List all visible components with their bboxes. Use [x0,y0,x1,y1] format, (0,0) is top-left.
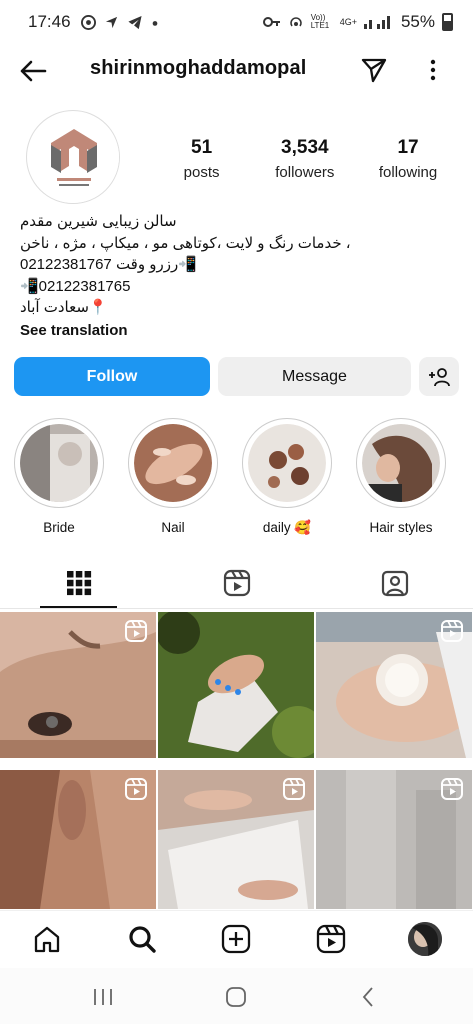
post-tile[interactable] [0,770,156,916]
stat-label: posts [183,164,220,181]
profile-tabs [0,556,473,609]
stat-value: 17 [397,137,419,158]
back-arrow-icon[interactable] [18,56,48,86]
bio-line-phone[interactable]: 📲02122381765 [20,276,460,298]
tab-tagged[interactable] [316,556,473,609]
stat-value: 3,534 [281,137,329,158]
story-highlights: Bride Nail daily 🥰 Hair styles [0,418,473,538]
highlight-label: daily 🥰 [262,520,312,535]
telegram-icon [127,15,142,29]
bottom-nav [0,910,473,968]
status-time: 17:46 [28,12,71,31]
profile-actions: Follow Message [14,357,459,396]
highlight-cover-image [362,424,440,502]
highlight-nail[interactable]: Nail [127,418,219,535]
battery-icon [442,13,453,31]
notification-icons [80,14,159,30]
tab-reels[interactable] [158,556,315,609]
chrome-icon [80,14,96,30]
own-profile-avatar[interactable] [408,922,442,956]
stat-label: followers [275,164,335,181]
stat-posts[interactable]: 51 posts [150,137,253,181]
battery-percent: 55% [400,12,435,31]
post-tile[interactable] [316,770,472,916]
highlight-cover-image [248,424,326,502]
own-avatar-image [408,922,442,956]
stat-value: 51 [191,137,213,158]
post-tile[interactable] [158,612,314,758]
stat-followers[interactable]: 3,534 followers [253,137,356,181]
system-nav-bar [0,968,473,1024]
recent-apps-icon[interactable] [89,983,117,1011]
message-button[interactable]: Message [218,357,411,396]
create-post-icon[interactable] [221,924,251,954]
highlight-ring [14,418,104,508]
reels-icon [223,569,250,596]
bio-line-location: 📍سعادت آباد [20,299,108,316]
bio-line-phone[interactable]: 02122381767 رزرو وقت📲 [20,254,460,276]
see-translation-link[interactable]: See translation [20,320,460,342]
post-tile[interactable] [0,612,156,758]
add-user-icon [429,367,450,386]
highlight-label: Nail [161,520,185,535]
reel-badge-icon [441,620,463,642]
network-gen: 4G+ [339,17,357,27]
post-thumbnail [158,612,314,758]
dot-icon [152,20,157,26]
stat-label: following [378,164,438,181]
tagged-icon [381,570,408,596]
send-icon[interactable] [360,56,388,84]
bio-line: ، خدمات رنگ و لایت ،کوتاهی مو ، میکاپ ، … [20,234,351,252]
profile-bio: سالن زیبایی شیرین مقدم ، خدمات رنگ و لای… [20,211,460,341]
network-label: Vo)) LTE1 [310,13,330,30]
stat-following[interactable]: 17 following [356,137,459,181]
back-button-icon[interactable] [355,983,383,1011]
profile-avatar[interactable] [26,110,120,204]
highlight-bride[interactable]: Bride [13,418,105,535]
signal-icon [363,16,390,29]
status-right: Vo)) LTE1 4G+ 55% [262,12,453,32]
key-icon [262,17,280,27]
more-icon[interactable] [424,56,442,84]
reels-icon[interactable] [316,924,346,954]
post-tile[interactable] [158,770,314,916]
post-tile[interactable] [316,612,472,758]
home-button-icon[interactable] [222,983,250,1011]
highlight-label: Bride [43,520,75,535]
highlight-cover-image [134,424,212,502]
bio-line: سالن زیبایی شیرین مقدم [20,213,177,230]
reel-badge-icon [441,778,463,800]
active-tab-indicator [40,606,117,608]
salon-logo [28,112,119,203]
status-bar: 17:46 Vo)) LTE1 4G+ 55% [0,0,473,44]
search-icon[interactable] [127,924,157,954]
post-grid [0,612,473,909]
suggested-users-button[interactable] [419,357,459,396]
profile-header: shirinmoghaddamopal [0,44,473,96]
reel-badge-icon [125,778,147,800]
follow-button[interactable]: Follow [14,357,210,396]
grid-icon [66,570,91,595]
highlight-label: Hair styles [369,520,433,535]
highlight-daily[interactable]: daily 🥰 [241,418,333,536]
navigation-icon [105,16,117,28]
reel-badge-icon [125,620,147,642]
highlight-cover-image [20,424,98,502]
highlight-ring [128,418,218,508]
highlight-ring [242,418,332,508]
reel-badge-icon [283,778,305,800]
page-title-username: shirinmoghaddamopal [90,57,307,79]
profile-stats: 51 posts 3,534 followers 17 following [150,137,460,181]
highlight-ring [356,418,446,508]
tab-grid[interactable] [0,556,157,609]
hotspot-icon [289,17,302,27]
highlight-hair-styles[interactable]: Hair styles [355,418,447,535]
home-icon[interactable] [32,924,62,954]
